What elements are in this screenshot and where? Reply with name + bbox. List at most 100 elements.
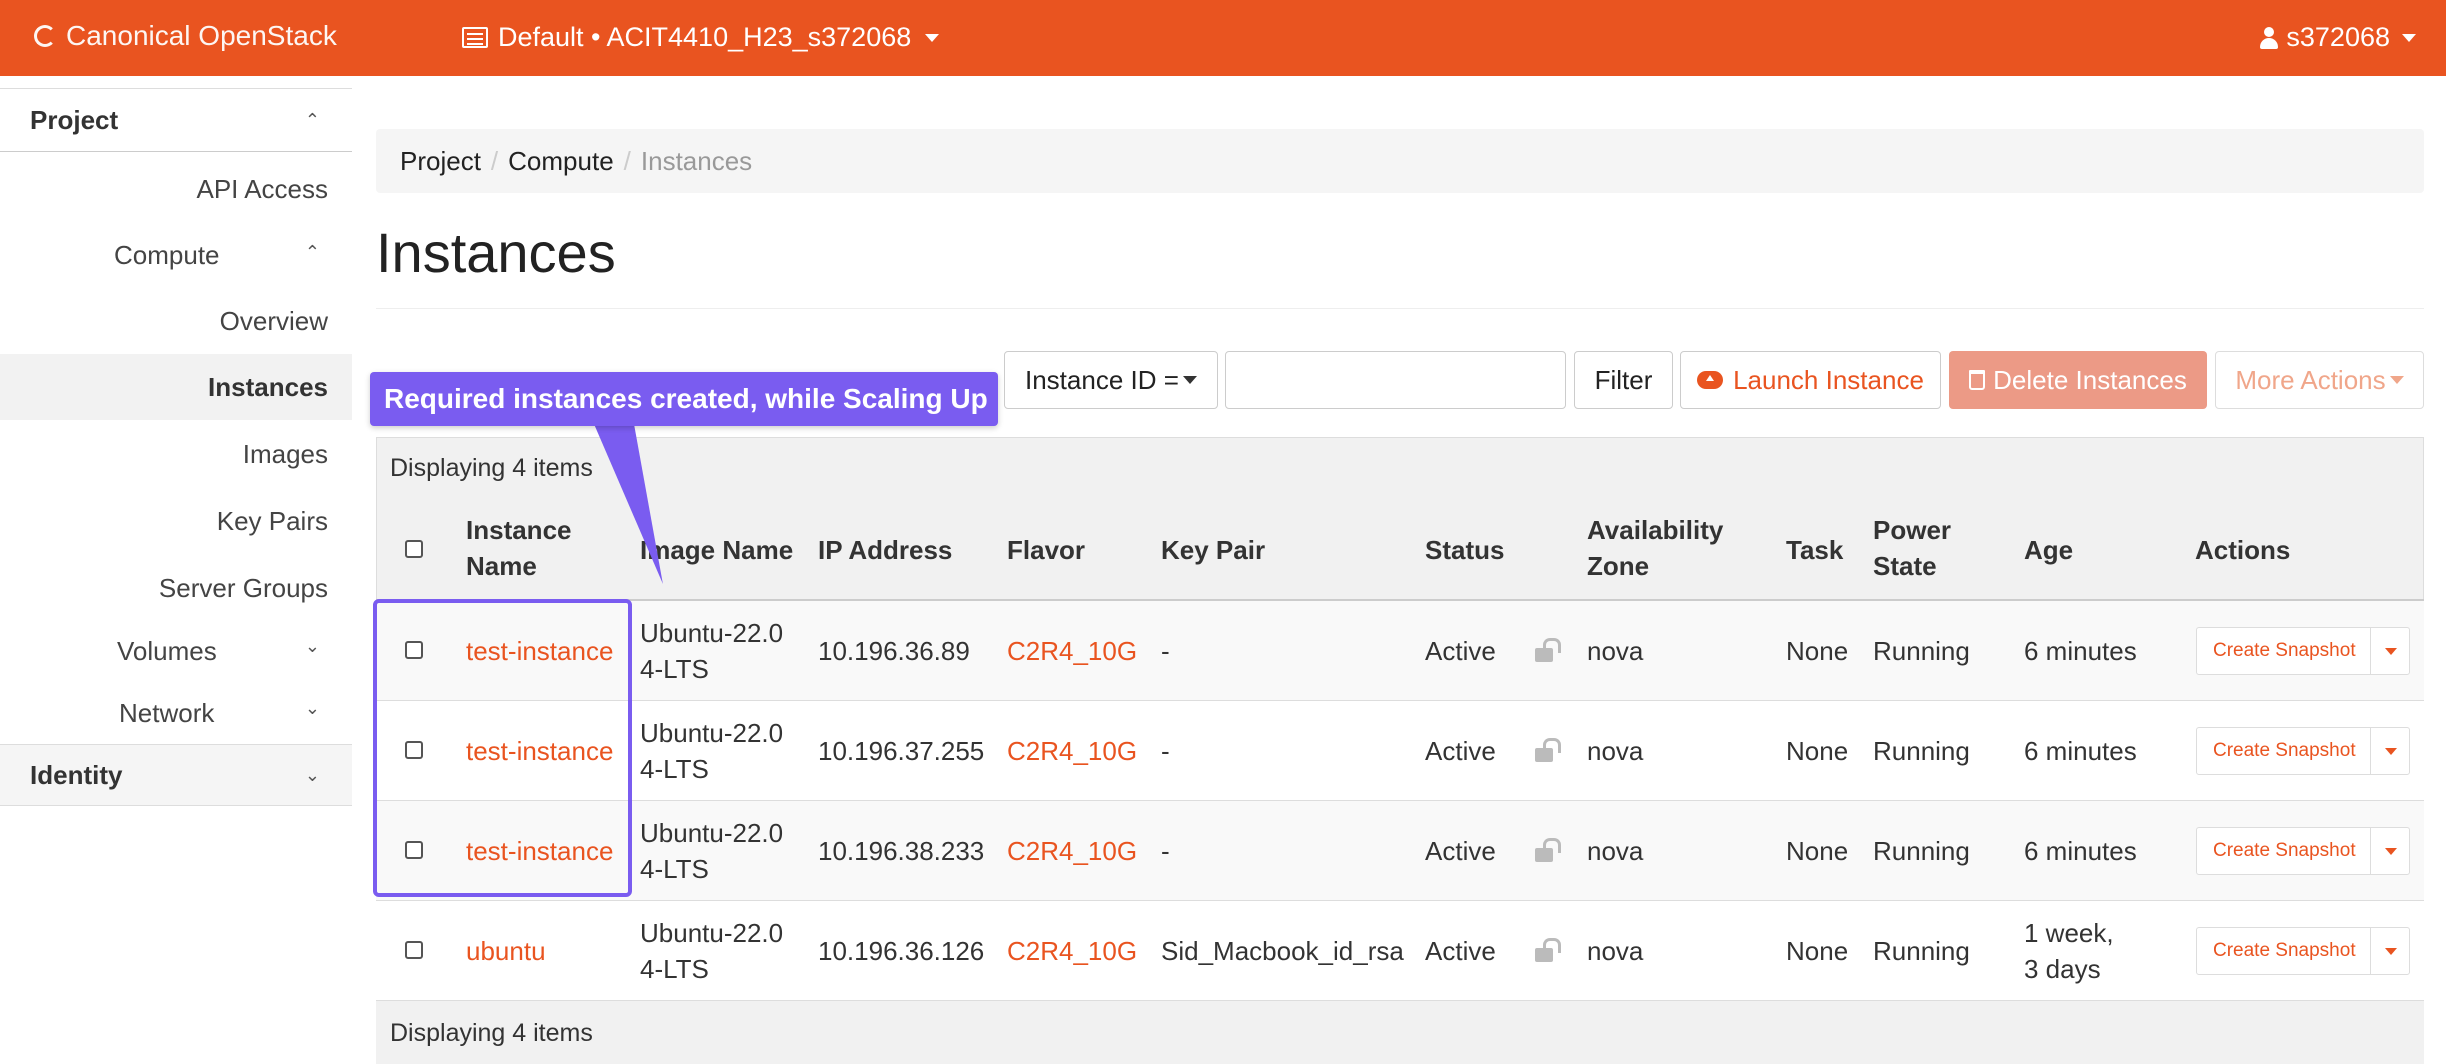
row-checkbox[interactable] [405,941,423,959]
header-line: Power [1873,515,1952,545]
power-state: Running [1873,836,1970,866]
image-name-line: 4-LTS [640,854,709,884]
sidebar-item-overview[interactable]: Overview [220,306,328,337]
ip-address: 10.196.37.255 [818,736,985,766]
chevron-down-icon [2384,747,2397,755]
title-divider [376,308,2424,309]
row-actions-dropdown[interactable] [2370,727,2410,775]
image-name: Ubuntu-22.0 4-LTS [640,715,783,787]
annotation-highlight-box [373,599,632,897]
select-all-checkbox[interactable] [405,540,423,558]
header-line: State [1873,551,1937,581]
sidebar-item-api-access[interactable]: API Access [197,174,329,205]
chevron-down-icon [2384,947,2397,955]
sidebar-section-project[interactable]: Project ⌃ [0,90,352,152]
instance-name-link[interactable]: ubuntu [466,933,546,969]
task: None [1786,636,1849,666]
image-name-line: 4-LTS [640,754,709,784]
sidebar-section-label: Identity [30,759,123,790]
image-name: Ubuntu-22.0 4-LTS [640,815,783,887]
image-name-line: 4-LTS [640,954,709,984]
unlocked-icon [1535,838,1561,862]
user-icon [2260,26,2279,49]
header-availability-zone[interactable]: Availability Zone [1587,512,1723,584]
chevron-up-icon: ⌃ [304,242,320,262]
brand[interactable]: Canonical OpenStack [34,20,337,52]
chevron-down-icon [1182,376,1197,384]
header-line: Availability [1587,515,1724,545]
header-line: Instance [466,515,572,545]
header-age[interactable]: Age [2024,532,2073,568]
flavor-link[interactable]: C2R4_10G [1007,633,1137,669]
header-power-state[interactable]: Power State [1873,512,1951,584]
sidebar-item-images[interactable]: Images [243,439,328,470]
key-pair: Sid_Macbook_id_rsa [1161,936,1404,966]
row-actions-dropdown[interactable] [2370,927,2410,975]
filter-field-select[interactable]: Instance ID = [1004,351,1218,409]
flavor-link[interactable]: C2R4_10G [1007,933,1137,969]
age-line: 3 days [2024,954,2101,984]
openstack-logo-icon [34,25,56,47]
availability-zone: nova [1587,736,1644,766]
ip-address: 10.196.38.233 [818,836,985,866]
header-flavor[interactable]: Flavor [1007,532,1085,568]
unlocked-icon [1535,938,1561,962]
flavor-link[interactable]: C2R4_10G [1007,833,1137,869]
unlocked-icon [1535,738,1561,762]
power-state: Running [1873,936,1970,966]
power-state: Running [1873,636,1970,666]
row-actions-dropdown[interactable] [2370,827,2410,875]
chevron-down-icon [2402,33,2416,42]
page-title: Instances [376,221,616,284]
power-state: Running [1873,736,1970,766]
flavor-link[interactable]: C2R4_10G [1007,733,1137,769]
chevron-down-icon: ⌄ [304,636,320,656]
image-name: Ubuntu-22.0 4-LTS [640,615,783,687]
project-list-icon [462,27,488,48]
filter-button[interactable]: Filter [1574,351,1673,409]
header-instance-name[interactable]: Instance Name [466,512,572,584]
sidebar-item-server-groups[interactable]: Server Groups [159,573,328,604]
availability-zone: nova [1587,636,1644,666]
image-name-line: Ubuntu-22.0 [640,618,784,648]
header-task[interactable]: Task [1786,532,1843,568]
status: Active [1425,736,1496,766]
breadcrumb-instances: Instances [640,145,753,176]
header-status[interactable]: Status [1425,532,1504,568]
sidebar-group-volumes[interactable]: Volumes [117,636,217,667]
header-key-pair[interactable]: Key Pair [1161,532,1265,568]
sidebar-item-key-pairs[interactable]: Key Pairs [217,506,328,537]
cloud-upload-icon [1697,371,1724,389]
row-actions-dropdown[interactable] [2370,627,2410,675]
breadcrumb-project[interactable]: Project [400,146,481,177]
task: None [1786,836,1849,866]
sidebar-group-compute[interactable]: Compute [114,240,220,271]
breadcrumb-compute[interactable]: Compute [508,146,614,177]
sidebar-item-instances[interactable]: Instances [208,372,328,403]
age-line: 1 week, [2024,918,2114,948]
user-menu[interactable]: s372068 [2260,22,2416,53]
sidebar-group-network[interactable]: Network [119,698,214,729]
chevron-down-icon [2384,847,2397,855]
delete-instances-button[interactable]: Delete Instances [1949,351,2207,409]
launch-instance-button[interactable]: Launch Instance [1680,351,1941,409]
age-line: 6 minutes [2024,636,2137,666]
breadcrumb: Project / Compute / Instances [376,129,2424,193]
key-pair: - [1161,836,1170,866]
more-actions-button[interactable]: More Actions [2215,351,2424,409]
age: 1 week, 3 days [2024,915,2114,987]
chevron-down-icon [2389,376,2404,384]
header-actions: Actions [2195,535,2291,565]
filter-input[interactable] [1225,351,1566,409]
trash-icon [1969,370,1986,390]
sidebar-divider [0,88,352,89]
header-ip-address[interactable]: IP Address [818,532,952,568]
availability-zone: nova [1587,836,1644,866]
age: 6 minutes [2024,833,2137,869]
launch-instance-label: Launch Instance [1733,364,1924,395]
chevron-down-icon [925,33,940,42]
sidebar-section-identity[interactable]: Identity ⌄ [0,744,352,806]
project-switcher[interactable]: Default • ACIT4410_H23_s372068 [462,22,940,53]
user-name: s372068 [2286,22,2390,52]
age: 6 minutes [2024,633,2137,669]
